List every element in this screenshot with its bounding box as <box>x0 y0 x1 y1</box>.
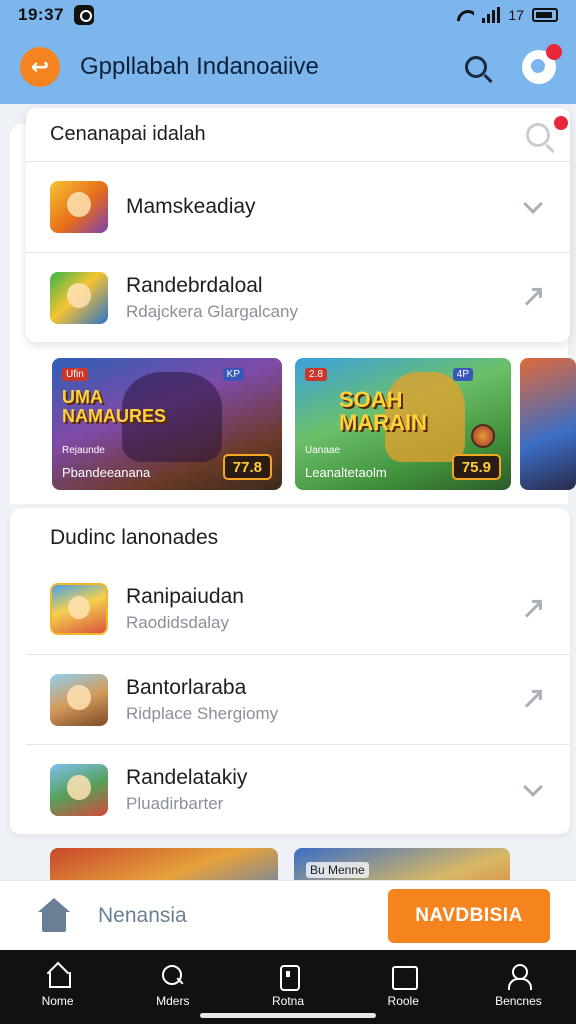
chevron-down-icon[interactable] <box>522 194 544 218</box>
price-badge[interactable]: 75.9 <box>451 454 501 480</box>
signal-icon <box>482 7 501 23</box>
section-card: Dudinc lanonades Ranipaiudan Raodidsdala… <box>10 508 570 834</box>
app-bar: ↩ Gppllabah Indanoaiive <box>0 30 576 104</box>
game-thumbnail <box>50 583 108 635</box>
app-logo-icon[interactable]: ↩ <box>20 47 60 87</box>
game-thumbnail <box>50 673 108 726</box>
banner-tag: 4P <box>452 368 473 381</box>
house-icon[interactable] <box>34 897 74 934</box>
tab-profile[interactable]: Bencnes <box>461 950 576 1024</box>
arrow-up-right-icon[interactable] <box>522 689 544 711</box>
home-indicator[interactable] <box>200 1013 376 1018</box>
list-item[interactable]: Randebrdaloal Rdajckera Glargalcany <box>26 252 570 342</box>
banner-caption: Rejaunde <box>62 445 105 456</box>
item-subtitle: Raodidsdalay <box>126 613 230 632</box>
ball-icon <box>471 424 495 448</box>
user-icon <box>506 964 533 990</box>
notification-app-icon <box>73 5 94 25</box>
status-bar: 19:37 17 <box>0 0 576 30</box>
arrow-up-right-icon[interactable] <box>522 598 544 620</box>
item-title: Randebrdaloal <box>126 273 263 297</box>
tab-label: Mders <box>156 994 190 1008</box>
game-thumbnail <box>50 181 108 233</box>
search-button[interactable] <box>458 49 494 85</box>
game-thumbnail <box>50 763 108 816</box>
notifications-button[interactable] <box>522 44 562 84</box>
featured-banner[interactable]: 2.8 4P SOAH MARAIN Uanaae Leanaltetaolm … <box>295 358 511 490</box>
banner-name: Pbandeeanana <box>62 465 151 480</box>
featured-banner[interactable]: Ufin KP UMA NAMAURES Rejaunde Pbandeeana… <box>52 358 282 490</box>
arrow-up-right-icon[interactable] <box>522 287 544 309</box>
dropdown-header[interactable]: Cenanapai idalah <box>26 108 570 162</box>
item-subtitle: Rdajckera Glargalcany <box>126 301 298 321</box>
section-list: Ranipaiudan Raodidsdalay Bantorlaraba Ri… <box>26 564 570 834</box>
item-title: Mamskeadiay <box>126 195 256 218</box>
banner-tag: Ufin <box>62 368 88 381</box>
status-time: 19:37 <box>18 5 64 24</box>
list-item[interactable]: Ranipaiudan Raodidsdalay <box>26 564 570 654</box>
search-icon[interactable] <box>526 123 550 147</box>
dropdown-card: Cenanapai idalah Mamskeadiay Randebrdalo… <box>26 108 570 342</box>
dropdown-heading: Cenanapai idalah <box>50 123 206 145</box>
action-bar: Nenansia NAVDBISIA <box>0 880 576 950</box>
item-subtitle: Pluadirbarter <box>126 793 224 813</box>
battery-icon <box>532 8 558 22</box>
status-right-text: 17 <box>508 7 524 23</box>
item-subtitle: Ridplace Shergiomy <box>126 703 279 723</box>
cta-button[interactable]: NAVDBISIA <box>388 889 550 943</box>
tab-home[interactable]: Nome <box>0 950 115 1024</box>
banner-tag: 2.8 <box>305 368 327 381</box>
search-icon <box>161 964 185 988</box>
tab-label: Roole <box>387 994 419 1008</box>
banner-caption: Bu Menne <box>306 862 369 878</box>
list-item[interactable]: Randelatakiy Pluadirbarter <box>26 744 570 834</box>
wifi-icon <box>456 8 474 22</box>
search-icon <box>465 56 487 78</box>
tab-label: Rotna <box>271 994 305 1008</box>
chevron-down-icon[interactable] <box>522 776 544 801</box>
tab-label: Bencnes <box>495 994 542 1008</box>
tab-label: Nome <box>41 994 74 1008</box>
section-title: Dudinc lanonades <box>50 526 219 549</box>
status-indicators: 17 <box>456 7 558 23</box>
bottom-tab-bar: Nome Mders Rotna Roole Bencnes <box>0 950 576 1024</box>
box-icon <box>276 964 300 991</box>
banner-tag: KP <box>222 368 244 381</box>
banner-logo: SOAH MARAIN <box>339 387 427 436</box>
game-thumbnail <box>50 271 108 324</box>
home-icon <box>46 964 71 988</box>
notification-badge <box>546 44 562 60</box>
item-title: Bantorlaraba <box>126 675 247 699</box>
price-badge[interactable]: 77.8 <box>222 454 272 480</box>
featured-banner[interactable] <box>520 358 576 490</box>
banner-logo: UMA NAMAURES <box>62 387 167 426</box>
list-item[interactable]: Mamskeadiay <box>26 162 570 252</box>
featured-carousel[interactable]: Ufin KP UMA NAMAURES Rejaunde Pbandeeana… <box>52 358 576 490</box>
list-item[interactable]: Bantorlaraba Ridplace Shergiomy <box>26 654 570 744</box>
app-title: Gppllabah Indanoaiive <box>80 53 319 80</box>
banner-caption: Uanaae <box>305 445 341 456</box>
square-icon <box>391 964 419 990</box>
alert-badge <box>554 116 568 130</box>
item-title: Randelatakiy <box>126 765 248 789</box>
banner-name: Leanaltetaolm <box>305 465 387 480</box>
item-title: Ranipaiudan <box>126 585 244 608</box>
action-label: Nenansia <box>98 903 187 927</box>
